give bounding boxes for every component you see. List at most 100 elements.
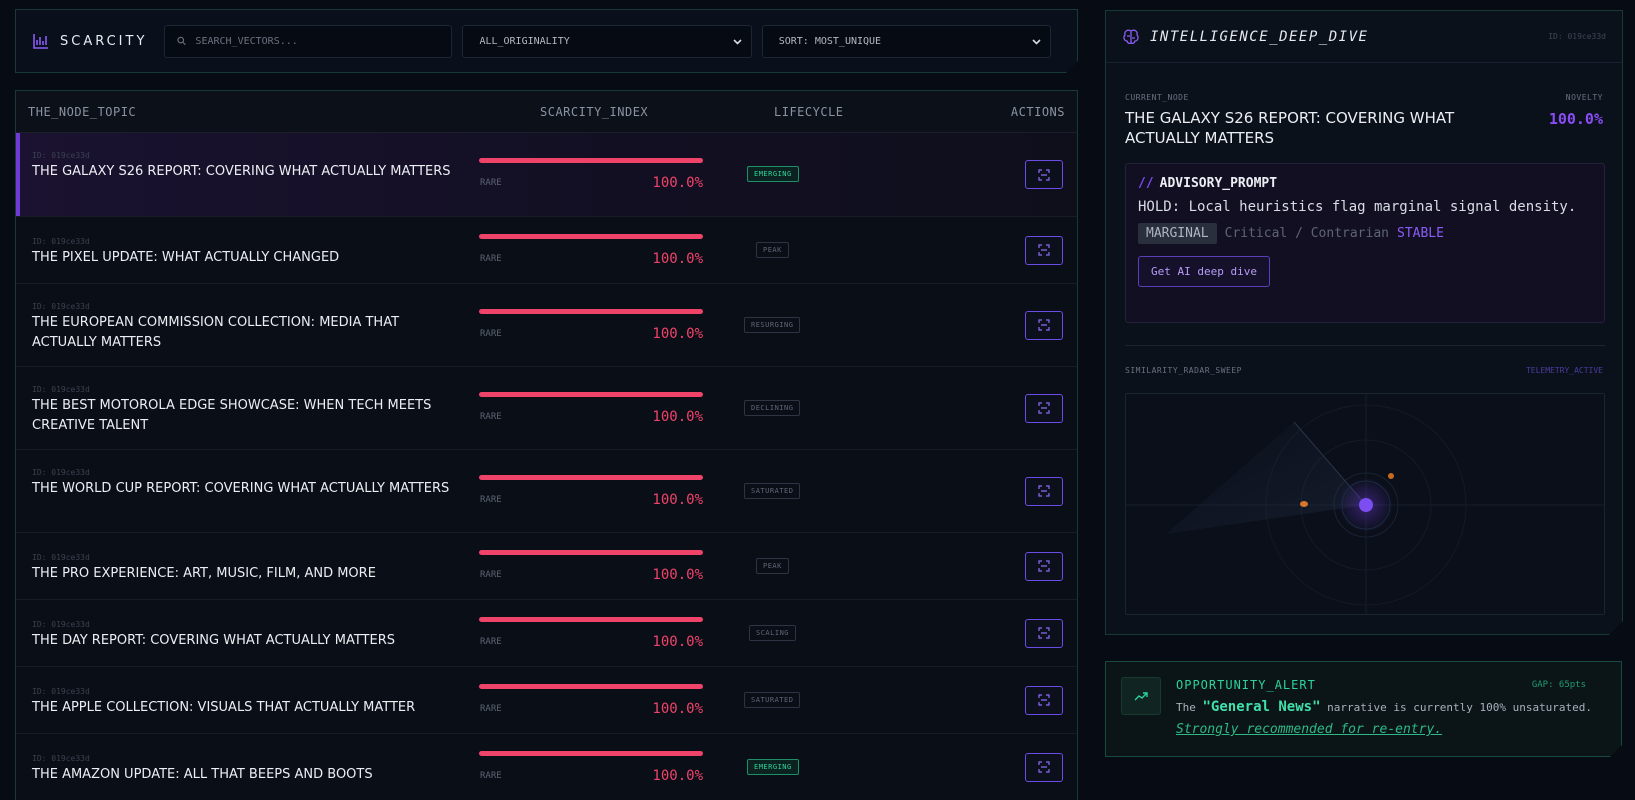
sort-select[interactable]: SORT: MOST_UNIQUE <box>762 25 1051 58</box>
advisory-title: ADVISORY_PROMPT <box>1159 176 1278 191</box>
table-row[interactable]: ID: 019ce33d THE BEST MOTOROLA EDGE SHOWC… <box>16 367 1077 450</box>
scarcity-score: 100.0% <box>652 566 703 583</box>
rarity-label: RARE <box>480 178 502 188</box>
opportunity-alert: OPPORTUNITY_ALERT GAP: 65pts The "Genera… <box>1105 661 1622 757</box>
intelligence-panel: INTELLIGENCE_DEEP_DIVE ID: 019ce33d CURR… <box>1105 10 1623 635</box>
opportunity-text-pre: The <box>1176 701 1196 714</box>
table-row[interactable]: ID: 019ce33d THE GALAXY S26 REPORT: COVER… <box>16 133 1077 217</box>
current-node-label: CURRENT_NODE <box>1125 93 1189 102</box>
analyze-button[interactable] <box>1025 235 1063 265</box>
originality-filter-value: ALL_ORIGINALITY <box>479 35 570 47</box>
analyze-button[interactable] <box>1025 310 1063 340</box>
scarcity-dashboard: SCARCITY ALL_ORIGINALITY SORT: MOST_UNIQ… <box>0 0 1635 800</box>
opportunity-cta-link[interactable]: Strongly recommended for re-entry. <box>1176 722 1442 737</box>
rarity-label: RARE <box>480 328 502 339</box>
scarcity-score: 100.0% <box>652 700 703 717</box>
lifecycle-badge: PEAK <box>756 557 789 574</box>
table-row[interactable]: ID: 019ce33d THE DAY REPORT: COVERING WHA… <box>16 600 1077 667</box>
scan-icon <box>1038 627 1050 639</box>
table-row[interactable]: ID: 019ce33d THE WORLD CUP REPORT: COVERI… <box>16 450 1077 533</box>
table-row[interactable]: ID: 019ce33d THE PIXEL UPDATE: WHAT ACTUA… <box>16 217 1077 284</box>
scarcity-score: 100.0% <box>652 767 703 784</box>
search-icon <box>177 36 186 46</box>
row-id: ID: 019ce33d <box>32 687 90 696</box>
originality-filter-select[interactable]: ALL_ORIGINALITY <box>462 25 751 58</box>
lifecycle-badge: DECLINING <box>744 399 801 416</box>
analyze-button[interactable] <box>1025 685 1063 715</box>
brand-name: SCARCITY <box>60 33 148 49</box>
advisory-heading: // ADVISORY_PROMPT <box>1138 176 1592 191</box>
search-box[interactable] <box>164 25 452 58</box>
rarity-label: RARE <box>480 636 502 647</box>
scarcity-score: 100.0% <box>652 325 703 342</box>
row-title[interactable]: THE WORLD CUP REPORT: COVERING WHAT ACTU… <box>32 479 452 499</box>
novelty-label: NOVELTY <box>1565 93 1603 102</box>
row-title[interactable]: THE APPLE COLLECTION: VISUALS THAT ACTUA… <box>32 698 452 718</box>
opportunity-highlight: "General News" <box>1202 699 1321 715</box>
bar-chart-icon <box>32 32 50 50</box>
row-title[interactable]: THE AMAZON UPDATE: ALL THAT BEEPS AND BO… <box>32 765 452 785</box>
header-actions: ACTIONS <box>1010 104 1065 119</box>
row-title[interactable]: THE EUROPEAN COMMISSION COLLECTION: MEDI… <box>32 313 452 353</box>
scarcity-bar <box>479 391 703 397</box>
table-row[interactable]: ID: 019ce33d THE APPLE COLLECTION: VISUAL… <box>16 667 1077 734</box>
header-lifecycle[interactable]: LIFECYCLE <box>774 105 844 119</box>
toolbar: SCARCITY ALL_ORIGINALITY SORT: MOST_UNIQ… <box>15 9 1078 73</box>
radar-current-node <box>1359 498 1373 512</box>
row-id: ID: 019ce33d <box>32 151 90 160</box>
radar-similar-node <box>1300 501 1308 507</box>
row-title[interactable]: THE PIXEL UPDATE: WHAT ACTUALLY CHANGED <box>32 248 452 268</box>
row-title[interactable]: THE DAY REPORT: COVERING WHAT ACTUALLY M… <box>32 631 452 651</box>
table-row[interactable]: ID: 019ce33d THE AMAZON UPDATE: ALL THAT … <box>16 734 1077 800</box>
scan-icon <box>1038 694 1050 706</box>
opportunity-text: The "General News" narrative is currentl… <box>1176 699 1592 715</box>
rarity-label: RARE <box>480 703 502 714</box>
scan-icon <box>1038 168 1050 181</box>
scarcity-bar <box>479 750 703 756</box>
row-title[interactable]: THE PRO EXPERIENCE: ART, MUSIC, FILM, AN… <box>32 564 452 584</box>
analyze-button[interactable] <box>1025 393 1063 423</box>
analyze-button[interactable] <box>1025 551 1063 581</box>
trending-up-icon <box>1134 689 1148 703</box>
scan-icon <box>1038 402 1050 414</box>
scarcity-score: 100.0% <box>652 633 703 650</box>
row-id: ID: 019ce33d <box>32 620 90 629</box>
analyze-button[interactable] <box>1025 160 1063 189</box>
header-topic[interactable]: THE_NODE_TOPIC <box>28 105 136 119</box>
tag-critical-contrarian: Critical / Contrarian <box>1224 226 1389 241</box>
ai-deep-dive-button[interactable]: Get AI deep dive <box>1138 256 1270 287</box>
analyze-button[interactable] <box>1025 618 1063 648</box>
chevron-down-icon <box>732 36 743 47</box>
tag-stable: STABLE <box>1397 226 1444 241</box>
opportunity-gap: GAP: 65pts <box>1531 680 1586 690</box>
rarity-label: RARE <box>480 770 502 781</box>
row-title[interactable]: THE GALAXY S26 REPORT: COVERING WHAT ACT… <box>32 162 452 182</box>
header-scarcity[interactable]: SCARCITY_INDEX <box>540 105 648 119</box>
table-row[interactable]: ID: 019ce33d THE EUROPEAN COMMISSION COLL… <box>16 284 1077 367</box>
scarcity-score: 100.0% <box>652 491 703 508</box>
scarcity-bar <box>479 683 703 689</box>
rarity-label: RARE <box>480 411 502 422</box>
row-id: ID: 019ce33d <box>32 385 90 394</box>
lifecycle-badge: EMERGING <box>747 166 799 182</box>
rarity-label: RARE <box>480 253 502 264</box>
scarcity-score: 100.0% <box>652 175 703 191</box>
current-node-title: THE GALAXY S26 REPORT: COVERING WHAT ACT… <box>1125 109 1455 147</box>
search-input[interactable] <box>195 36 439 47</box>
table-row[interactable]: ID: 019ce33d THE PRO EXPERIENCE: ART, MUS… <box>16 533 1077 600</box>
radar-label: SIMILARITY_RADAR_SWEEP <box>1125 366 1242 375</box>
advisory-tags: MARGINAL Critical / Contrarian STABLE <box>1138 223 1592 244</box>
topics-table: THE_NODE_TOPIC SCARCITY_INDEX LIFECYCLE … <box>15 90 1078 800</box>
analyze-button[interactable] <box>1025 476 1063 506</box>
scarcity-bar <box>479 616 703 622</box>
panel-header: INTELLIGENCE_DEEP_DIVE ID: 019ce33d <box>1106 11 1622 63</box>
row-id: ID: 019ce33d <box>32 302 90 311</box>
lifecycle-badge: PEAK <box>756 241 789 258</box>
tag-marginal: MARGINAL <box>1138 223 1217 244</box>
lifecycle-badge: EMERGING <box>747 758 799 775</box>
scarcity-bar <box>479 308 703 314</box>
scan-icon <box>1038 319 1050 331</box>
advisory-slashes: // <box>1138 176 1154 191</box>
analyze-button[interactable] <box>1025 752 1063 782</box>
row-title[interactable]: THE BEST MOTOROLA EDGE SHOWCASE: WHEN TE… <box>32 396 452 436</box>
